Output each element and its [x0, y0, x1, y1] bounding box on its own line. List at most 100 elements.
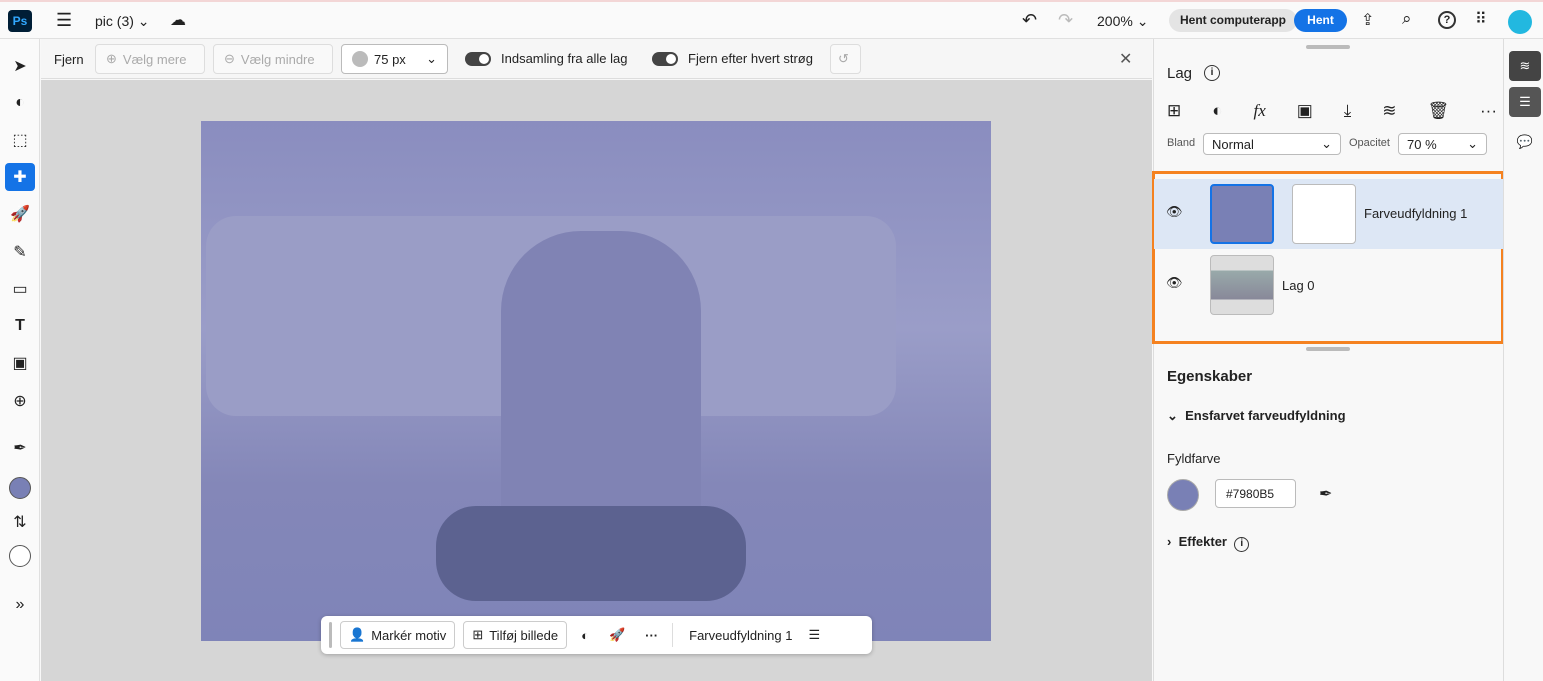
- quick-action-icon[interactable]: 🚀: [5, 200, 35, 228]
- move-tool-icon[interactable]: ➤: [5, 52, 35, 80]
- chevron-down-icon: ⌄: [1167, 408, 1178, 423]
- layers-panel-icon[interactable]: ≋: [1509, 51, 1541, 81]
- select-tool-icon[interactable]: ⬚: [5, 126, 35, 154]
- fx-icon[interactable]: fx: [1253, 101, 1265, 121]
- layer-name-label: Farveudfyldning 1: [689, 627, 793, 643]
- sample-all-toggle[interactable]: Indsamling fra alle lag: [465, 51, 627, 66]
- chevron-right-icon: ›: [1167, 534, 1172, 549]
- add-image-icon[interactable]: ⊕: [5, 387, 35, 415]
- legs-shape: [436, 506, 746, 601]
- chevron-down-icon: ⌄: [137, 13, 150, 29]
- add-layer-icon[interactable]: ⊞: [1167, 101, 1181, 121]
- eyedropper-icon[interactable]: ✒: [5, 434, 35, 462]
- blend-value: Normal: [1212, 136, 1254, 152]
- undo-icon[interactable]: ↶: [1022, 10, 1037, 31]
- panel-drag-handle[interactable]: [1306, 347, 1350, 351]
- document-title[interactable]: pic (3) ⌄: [95, 13, 150, 30]
- toggle-switch[interactable]: [465, 51, 491, 66]
- right-rail: ≋ ☰ 💬: [1503, 39, 1543, 681]
- chevron-down-icon: ⌄: [426, 51, 437, 66]
- chevron-down-icon: ⌄: [1467, 136, 1478, 151]
- add-image-icon: ⊞: [472, 627, 484, 642]
- swap-colors-icon[interactable]: ⇅: [5, 508, 35, 536]
- effects-section[interactable]: › Effekter i: [1167, 534, 1250, 552]
- add-image-button[interactable]: ⊞ Tilføj billede: [463, 621, 568, 649]
- image-thumbnail: [1210, 255, 1274, 315]
- fill-hex-input[interactable]: #7980B5: [1215, 479, 1296, 508]
- mask-thumbnail: [1292, 184, 1356, 244]
- blend-mode-select[interactable]: Normal ⌄: [1203, 133, 1341, 155]
- layer-row-fill[interactable]: 👁 Farveudfyldning 1: [1154, 179, 1504, 249]
- mask-icon[interactable]: ▣: [1297, 101, 1313, 121]
- adjust-tool-icon[interactable]: ◐: [5, 89, 35, 117]
- eyedropper-icon[interactable]: ✒: [1319, 484, 1332, 504]
- more-icon[interactable]: ···: [639, 628, 664, 643]
- remove-after-stroke-toggle[interactable]: Fjern efter hvert strøg: [652, 51, 813, 66]
- menu-icon[interactable]: ☰: [56, 10, 72, 31]
- document-image[interactable]: [201, 121, 991, 641]
- text-tool-icon[interactable]: T: [5, 312, 35, 340]
- adjust-icon[interactable]: ◐: [575, 628, 595, 643]
- fill-thumbnail: [1210, 184, 1274, 244]
- solid-fill-section[interactable]: ⌄ Ensfarvet farveudfyldning: [1167, 408, 1346, 424]
- help-icon[interactable]: ?: [1438, 11, 1456, 29]
- reset-icon[interactable]: ↺: [830, 44, 861, 74]
- brush-tool-icon[interactable]: ✎: [5, 238, 35, 266]
- foreground-color-swatch[interactable]: [5, 474, 35, 502]
- doc-title-text: pic (3): [95, 13, 134, 29]
- layer-row-image[interactable]: 👁 Lag 0: [1154, 249, 1504, 319]
- get-desktop-button[interactable]: Hent computerapp: [1169, 9, 1298, 32]
- brush-size-value: 75 px: [374, 51, 406, 67]
- redo-icon[interactable]: ↷: [1058, 10, 1073, 31]
- tools-bar: ➤ ◐ ⬚ ✚ 🚀 ✎ ▭ T ▣ ⊕ ✒ ⇅ »: [0, 39, 40, 681]
- expand-tools-icon[interactable]: »: [5, 591, 35, 619]
- background-color-swatch[interactable]: [5, 542, 35, 570]
- clip-icon[interactable]: ⤓: [1344, 101, 1352, 121]
- panel-drag-handle[interactable]: [1306, 45, 1350, 49]
- visibility-eye-icon[interactable]: 👁: [1166, 204, 1183, 220]
- opacity-field[interactable]: 70 % ⌄: [1398, 133, 1487, 155]
- layers-stack-icon[interactable]: ≋: [1382, 101, 1396, 121]
- comments-icon[interactable]: 💬: [1509, 127, 1541, 157]
- info-icon[interactable]: i: [1204, 65, 1220, 81]
- toggle-switch[interactable]: [652, 51, 678, 66]
- info-icon[interactable]: i: [1234, 537, 1250, 552]
- layers-panel: Lag i ⊞ ◐ fx ▣ ⤓ ≋ 🗑 ··· Bland Normal ⌄ Opacitet…: [1152, 39, 1504, 681]
- add-image-label: Tilføj billede: [489, 627, 559, 643]
- tool-name: Fjern: [54, 52, 84, 67]
- plus-circle-icon: ⊕: [106, 51, 117, 66]
- avatar[interactable]: [1508, 10, 1532, 34]
- fill-color-swatch[interactable]: [1167, 479, 1199, 511]
- contextual-taskbar: 👤 Markér motiv ⊞ Tilføj billede ◐ 🚀 ··· Fa…: [321, 616, 872, 654]
- zoom-value: 200%: [1097, 13, 1133, 29]
- trash-icon[interactable]: 🗑: [1427, 101, 1449, 121]
- visibility-eye-icon[interactable]: 👁: [1166, 275, 1183, 291]
- quick-action-icon[interactable]: 🚀: [603, 627, 631, 643]
- apps-grid-icon[interactable]: ⠿: [1475, 9, 1487, 29]
- adjustment-icon[interactable]: ◐: [1212, 101, 1222, 121]
- properties-panel-icon[interactable]: ☰: [1509, 87, 1541, 117]
- get-button[interactable]: Hent: [1294, 9, 1347, 32]
- select-more-label: Vælg mere: [122, 51, 187, 67]
- drag-handle[interactable]: [329, 622, 332, 648]
- heal-tool-icon[interactable]: ✚: [5, 163, 35, 191]
- shape-tool-icon[interactable]: ▭: [5, 275, 35, 303]
- layer-actions: ⊞ ◐ fx ▣ ⤓ ≋ 🗑 ···: [1167, 101, 1497, 121]
- image-tool-icon[interactable]: ▣: [5, 349, 35, 377]
- minus-circle-icon: ⊖: [224, 51, 235, 66]
- more-icon[interactable]: ···: [1480, 101, 1497, 121]
- properties-title: Egenskaber: [1167, 368, 1253, 385]
- opacity-label: Opacitet: [1349, 137, 1390, 149]
- brush-size-select[interactable]: 75 px ⌄: [341, 44, 448, 74]
- search-icon[interactable]: ⌕: [1402, 9, 1412, 29]
- select-more-button[interactable]: ⊕ Vælg mere: [95, 44, 205, 74]
- properties-sliders-icon[interactable]: ☰: [808, 627, 820, 643]
- close-icon[interactable]: ✕: [1119, 49, 1132, 69]
- layer-name: Lag 0: [1282, 278, 1315, 293]
- select-subject-button[interactable]: 👤 Markér motiv: [340, 621, 456, 649]
- select-less-button[interactable]: ⊖ Vælg mindre: [213, 44, 333, 74]
- sample-all-label: Indsamling fra alle lag: [501, 51, 628, 66]
- zoom-select[interactable]: 200% ⌄: [1097, 13, 1148, 30]
- chevron-down-icon: ⌄: [1321, 136, 1332, 151]
- share-icon[interactable]: ⇪: [1361, 10, 1374, 30]
